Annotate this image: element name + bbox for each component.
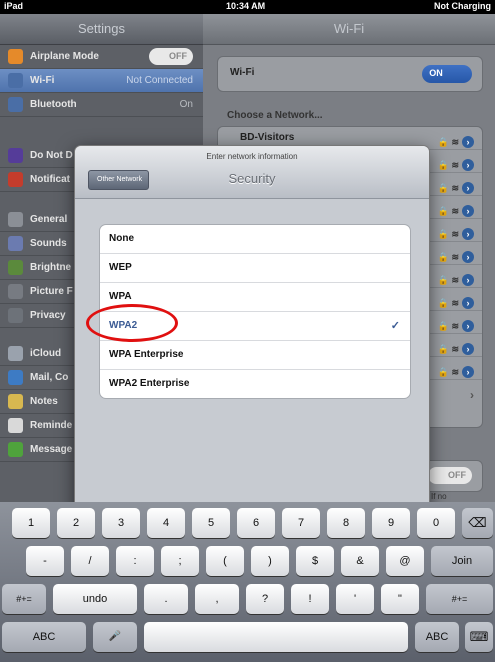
info-icon[interactable]: ›	[462, 228, 474, 240]
key-comma[interactable]: ,	[195, 584, 239, 614]
shift-key-right[interactable]: #+=	[426, 584, 493, 614]
info-icon[interactable]: ›	[462, 251, 474, 263]
key-9[interactable]: 9	[372, 508, 410, 538]
wifi-icon	[8, 73, 23, 88]
shift-key-left[interactable]: #+=	[2, 584, 46, 614]
chevron-right-icon: ›	[470, 388, 474, 402]
info-icon[interactable]: ›	[462, 136, 474, 148]
key-question[interactable]: ?	[246, 584, 284, 614]
info-icon[interactable]: ›	[462, 297, 474, 309]
airplane-icon	[8, 49, 23, 64]
speaker-icon	[8, 236, 23, 251]
key-semicolon[interactable]: ;	[161, 546, 199, 576]
join-key[interactable]: Join	[431, 546, 493, 576]
key-open-paren[interactable]: (	[206, 546, 244, 576]
brightness-icon	[8, 260, 23, 275]
notes-icon	[8, 394, 23, 409]
ask-to-join-toggle[interactable]: OFF	[428, 467, 472, 484]
ask-to-join-hint: If no	[431, 492, 447, 501]
abc-key-left[interactable]: ABC	[2, 622, 86, 652]
key-1[interactable]: 1	[12, 508, 50, 538]
key-5[interactable]: 5	[192, 508, 230, 538]
key-slash[interactable]: /	[71, 546, 109, 576]
key-dash[interactable]: -	[26, 546, 64, 576]
info-icon[interactable]: ›	[462, 343, 474, 355]
picture-frame-icon	[8, 284, 23, 299]
key-exclaim[interactable]: !	[291, 584, 329, 614]
key-at[interactable]: @	[386, 546, 424, 576]
sidebar-item-wifi[interactable]: Wi-Fi Not Connected	[0, 69, 203, 93]
undo-key[interactable]: undo	[53, 584, 137, 614]
screen: Settings Airplane Mode OFF Wi-Fi Not Con…	[0, 14, 495, 502]
status-bar: iPad 10:34 AM Not Charging	[0, 0, 495, 14]
key-2[interactable]: 2	[57, 508, 95, 538]
key-4[interactable]: 4	[147, 508, 185, 538]
space-key[interactable]	[144, 622, 408, 652]
gear-icon	[8, 212, 23, 227]
sidebar-item-bluetooth[interactable]: Bluetooth On	[0, 93, 203, 117]
cloud-icon	[8, 346, 23, 361]
wifi-label: Wi-Fi	[230, 67, 255, 78]
key-0[interactable]: 0	[417, 508, 455, 538]
settings-title: Settings	[0, 14, 203, 45]
modal-title: Security	[228, 171, 276, 186]
option-wep[interactable]: WEP	[100, 254, 410, 283]
moon-icon	[8, 148, 23, 163]
key-close-paren[interactable]: )	[251, 546, 289, 576]
checkmark-icon: ✓	[390, 320, 400, 332]
option-none[interactable]: None	[100, 225, 410, 254]
option-wpa-enterprise[interactable]: WPA Enterprise	[100, 341, 410, 370]
key-7[interactable]: 7	[282, 508, 320, 538]
key-8[interactable]: 8	[327, 508, 365, 538]
abc-key-right[interactable]: ABC	[415, 622, 459, 652]
notifications-icon	[8, 172, 23, 187]
delete-key[interactable]: ⌫	[462, 508, 493, 538]
clock: 10:34 AM	[226, 1, 266, 11]
sidebar-item-airplane-mode[interactable]: Airplane Mode OFF	[0, 45, 203, 69]
keyboard-hide-icon[interactable]: ⌨	[465, 622, 493, 652]
airplane-toggle[interactable]: OFF	[149, 48, 193, 65]
info-icon[interactable]: ›	[462, 182, 474, 194]
device-name: iPad	[4, 1, 24, 11]
key-colon[interactable]: :	[116, 546, 154, 576]
messages-icon	[8, 442, 23, 457]
info-icon[interactable]: ›	[462, 205, 474, 217]
battery-status: Not Charging	[434, 1, 491, 11]
reminders-icon	[8, 418, 23, 433]
keyboard: 1 2 3 4 5 6 7 8 9 0 ⌫ - / : ; ( ) $ & @ …	[0, 502, 495, 662]
wifi-toggle[interactable]: ON	[422, 65, 472, 83]
bluetooth-icon	[8, 97, 23, 112]
modal-header: Enter network information Other Network …	[75, 146, 429, 199]
option-wpa2-enterprise[interactable]: WPA2 Enterprise	[100, 370, 410, 398]
key-dollar[interactable]: $	[296, 546, 334, 576]
microphone-icon[interactable]: 🎤	[93, 622, 137, 652]
mail-icon	[8, 370, 23, 385]
key-ampersand[interactable]: &	[341, 546, 379, 576]
wifi-toggle-group: Wi-Fi ON	[217, 56, 483, 92]
info-icon[interactable]: ›	[462, 366, 474, 378]
hand-icon	[8, 308, 23, 323]
info-icon[interactable]: ›	[462, 320, 474, 332]
choose-network-label: Choose a Network...	[227, 110, 323, 121]
key-apostrophe[interactable]: '	[336, 584, 374, 614]
key-period[interactable]: .	[144, 584, 188, 614]
wifi-title: Wi-Fi	[203, 14, 495, 45]
highlight-circle	[86, 304, 178, 342]
info-icon[interactable]: ›	[462, 274, 474, 286]
modal-prompt: Enter network information	[206, 152, 298, 161]
key-quote[interactable]: "	[381, 584, 419, 614]
key-3[interactable]: 3	[102, 508, 140, 538]
info-icon[interactable]: ›	[462, 159, 474, 171]
key-6[interactable]: 6	[237, 508, 275, 538]
